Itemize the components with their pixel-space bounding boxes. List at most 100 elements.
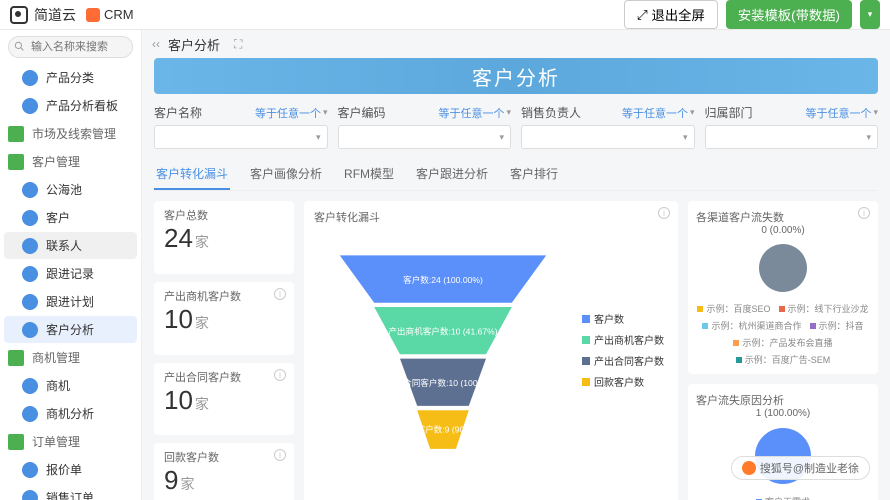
nav-item[interactable]: 公海池 <box>4 176 137 203</box>
funnel-title: 客户转化漏斗 <box>314 209 668 225</box>
stat-unit: 家 <box>195 315 209 331</box>
nav-label: 订单管理 <box>32 433 80 450</box>
nav-item[interactable]: 销售订单 <box>4 484 137 500</box>
nav-group[interactable]: 市场及线索管理 <box>4 120 137 147</box>
legend-swatch <box>733 340 739 346</box>
channel-loss-card: i 各渠道客户流失数 0 (0.00%) 示例：百度SEO示例：线下行业沙龙示例… <box>688 201 878 374</box>
stat-title: 回款客户数 <box>164 449 284 465</box>
nav-item[interactable]: 商机 <box>4 372 137 399</box>
nav-item[interactable]: 客户分析 <box>4 316 137 343</box>
stat-value: 24 <box>164 223 193 253</box>
breadcrumb: ‹‹ 客户分析 ⛶ <box>142 30 890 58</box>
reason-legend: 客户无需求 <box>696 495 870 500</box>
stat-title: 产出合同客户数 <box>164 369 284 385</box>
stat-biz-card: i 产出商机客户数 10家 <box>154 282 294 355</box>
crm-label: CRM <box>104 7 134 22</box>
hero-title: 客户分析 <box>472 62 560 91</box>
module-icon <box>22 266 38 282</box>
funnel-legend: 客户数产出商机客户数产出合同客户数回款客户数 <box>582 225 668 475</box>
watermark-icon <box>742 461 756 475</box>
exit-fullscreen-button[interactable]: ⤢ 退出全屏 <box>624 0 718 29</box>
install-dropdown-button[interactable]: ▾ <box>860 0 880 29</box>
filter-condition[interactable]: 等于任意一个 ▾ <box>255 105 328 121</box>
filter-label: 客户编码 <box>338 104 386 121</box>
watermark: 搜狐号@制造业老徐 <box>731 456 870 480</box>
nav-label: 客户分析 <box>46 321 94 338</box>
info-icon[interactable]: i <box>274 449 286 461</box>
page-title: 客户分析 <box>168 35 220 54</box>
legend-label: 示例：抖音 <box>819 319 864 332</box>
nav-label: 产品分类 <box>46 69 94 86</box>
nav-label: 跟进计划 <box>46 293 94 310</box>
legend-swatch <box>810 323 816 329</box>
app-badge[interactable]: CRM <box>86 7 134 22</box>
legend-swatch <box>702 323 708 329</box>
nav-label: 商机分析 <box>46 405 94 422</box>
stat-contract-card: i 产出合同客户数 10家 <box>154 363 294 436</box>
card-title: 客户流失原因分析 <box>696 392 870 408</box>
filter-select[interactable]: ▾ <box>705 125 879 149</box>
logo-icon <box>10 6 28 24</box>
legend-label: 示例：产品发布会直播 <box>742 336 832 349</box>
logo-text: 简道云 <box>34 5 76 25</box>
filter-select[interactable]: ▾ <box>338 125 512 149</box>
module-icon <box>22 210 38 226</box>
back-icon[interactable]: ‹‹ <box>152 37 160 51</box>
module-icon <box>22 490 38 500</box>
tab[interactable]: 客户画像分析 <box>248 159 324 190</box>
info-icon[interactable]: i <box>858 207 870 219</box>
nav-label: 市场及线索管理 <box>32 125 116 142</box>
filter-condition[interactable]: 等于任意一个 ▾ <box>438 105 511 121</box>
filter-select[interactable]: ▾ <box>521 125 695 149</box>
tab[interactable]: RFM模型 <box>342 159 396 190</box>
nav-item[interactable]: 产品分类 <box>4 64 137 91</box>
filter-label: 客户名称 <box>154 104 202 121</box>
nav-item[interactable]: 报价单 <box>4 456 137 483</box>
nav-item[interactable]: 联系人 <box>4 232 137 259</box>
folder-icon <box>8 350 24 366</box>
legend-label: 示例：百度SEO <box>706 302 770 315</box>
module-icon <box>22 378 38 394</box>
stat-title: 产出商机客户数 <box>164 288 284 304</box>
nav-group[interactable]: 商机管理 <box>4 344 137 371</box>
nav-label: 公海池 <box>46 181 82 198</box>
nav-item[interactable]: 客户 <box>4 204 137 231</box>
nav-group[interactable]: 订单管理 <box>4 428 137 455</box>
nav-item[interactable]: 跟进计划 <box>4 288 137 315</box>
install-template-button[interactable]: 安装模板(带数据) <box>726 0 852 29</box>
tab[interactable]: 客户转化漏斗 <box>154 159 230 190</box>
module-icon <box>22 406 38 422</box>
info-icon[interactable]: i <box>274 369 286 381</box>
tab[interactable]: 客户跟进分析 <box>414 159 490 190</box>
filter-condition[interactable]: 等于任意一个 ▾ <box>805 105 878 121</box>
module-icon <box>22 98 38 114</box>
info-icon[interactable]: i <box>658 207 670 219</box>
nav-label: 跟进记录 <box>46 265 94 282</box>
module-icon <box>22 70 38 86</box>
legend-label: 示例：百度广告-SEM <box>745 353 831 366</box>
funnel-chart: 客户数:24 (100.00%) 产出商机客户数:10 (41.67%) 产出合… <box>314 225 572 475</box>
nav-group[interactable]: 客户管理 <box>4 148 137 175</box>
filter-condition[interactable]: 等于任意一个 ▾ <box>622 105 695 121</box>
search-input[interactable] <box>8 36 133 58</box>
stat-value: 10 <box>164 304 193 334</box>
sidebar: 产品分类产品分析看板市场及线索管理客户管理公海池客户联系人跟进记录跟进计划客户分… <box>0 30 142 500</box>
nav-label: 商机管理 <box>32 349 80 366</box>
svg-text:回款客户数:9 (90.00%): 回款客户数:9 (90.00%) <box>399 424 487 435</box>
filter-label: 销售负责人 <box>521 104 581 121</box>
pie-center-label: 0 (0.00%) <box>696 225 870 236</box>
nav-item[interactable]: 产品分析看板 <box>4 92 137 119</box>
tabs: 客户转化漏斗客户画像分析 RFM模型客户跟进分析客户排行 <box>154 159 878 191</box>
legend-label: 产出合同客户数 <box>594 353 664 368</box>
nav-item[interactable]: 跟进记录 <box>4 260 137 287</box>
fullscreen-icon[interactable]: ⛶ <box>234 37 242 52</box>
legend-label: 客户数 <box>594 311 624 326</box>
filter-select[interactable]: ▾ <box>154 125 328 149</box>
expand-icon: ⤢ <box>637 7 648 23</box>
legend-label: 示例：杭州渠道商合作 <box>711 319 801 332</box>
info-icon[interactable]: i <box>274 288 286 300</box>
card-title: 各渠道客户流失数 <box>696 209 870 225</box>
module-icon <box>22 294 38 310</box>
nav-item[interactable]: 商机分析 <box>4 400 137 427</box>
tab[interactable]: 客户排行 <box>508 159 560 190</box>
